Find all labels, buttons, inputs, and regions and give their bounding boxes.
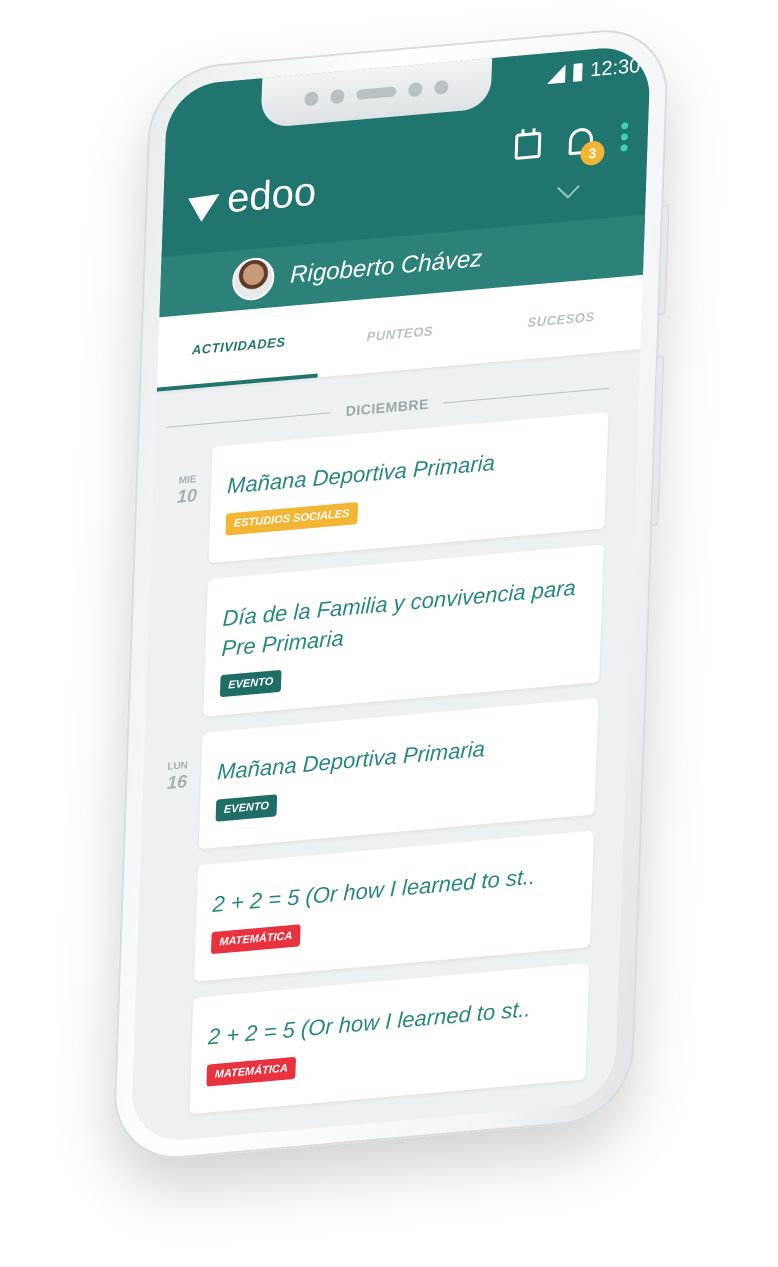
list-item: MIE 10 Mañana Deportiva Primaria ESTUDIO… — [161, 411, 609, 567]
activity-title: Día de la Familia y convivencia para Pre… — [221, 574, 577, 661]
app-logo: edoo — [188, 169, 317, 225]
paper-plane-icon — [188, 181, 227, 222]
power-button — [650, 355, 665, 527]
list-item: 2 + 2 = 5 (Or how I learned to st.. MATE… — [141, 963, 590, 1118]
day-spacer — [159, 579, 208, 609]
user-name: Rigoberto Chávez — [289, 244, 483, 289]
chevron-down-icon[interactable] — [557, 175, 580, 199]
app-header: 12:30 3 edoo Rigoberto Chávez — [159, 43, 652, 318]
camera-icon — [304, 91, 319, 107]
sensor-icon — [408, 82, 423, 98]
day-label: LUN 16 — [153, 733, 203, 795]
activity-title: Mañana Deportiva Primaria — [216, 736, 486, 785]
phone-frame: 12:30 3 edoo Rigoberto Chávez ACTIVIDADE… — [111, 24, 670, 1165]
signal-icon — [547, 64, 566, 84]
category-tag: MATEMÁTICA — [206, 1056, 297, 1087]
category-tag: MATEMÁTICA — [210, 924, 301, 955]
status-time: 12:30 — [589, 54, 641, 82]
list-item: Día de la Familia y convivencia para Pre… — [155, 544, 604, 721]
speaker-icon — [356, 86, 397, 100]
sensor-icon — [330, 88, 345, 105]
more-options-icon[interactable] — [620, 122, 629, 152]
day-label: MIE 10 — [163, 447, 213, 509]
avatar — [231, 256, 276, 302]
category-tag: EVENTO — [219, 670, 282, 698]
category-tag: ESTUDIOS SOCIALES — [225, 501, 358, 536]
stage: 12:30 3 edoo Rigoberto Chávez ACTIVIDADE… — [0, 0, 778, 1267]
activity-title: 2 + 2 = 5 (Or how I learned to st.. — [207, 996, 532, 1050]
divider-line — [442, 387, 610, 403]
volume-button — [657, 204, 670, 316]
day-number: 16 — [166, 771, 188, 794]
header-actions: 3 — [514, 122, 629, 166]
divider-line — [165, 411, 332, 428]
app-screen: 12:30 3 edoo Rigoberto Chávez ACTIVIDADE… — [130, 43, 652, 1145]
status-bar: 12:30 — [547, 55, 641, 86]
list-item: LUN 16 Mañana Deportiva Primaria EVENTO — [151, 698, 599, 853]
activity-title: 2 + 2 = 5 (Or how I learned to st.. — [212, 863, 536, 918]
month-label: DICIEMBRE — [345, 395, 430, 420]
day-spacer — [145, 998, 194, 1028]
activity-card[interactable]: Mañana Deportiva Primaria EVENTO — [198, 698, 599, 850]
day-spacer — [149, 866, 198, 896]
activity-card[interactable]: Mañana Deportiva Primaria ESTUDIOS SOCIA… — [208, 411, 609, 564]
activity-title: Mañana Deportiva Primaria — [226, 449, 496, 499]
camera-icon — [434, 79, 449, 96]
activity-list: DICIEMBRE MIE 10 Mañana Deportiva Primar… — [131, 349, 641, 1144]
notifications-button[interactable]: 3 — [568, 126, 605, 166]
battery-icon — [572, 62, 583, 82]
activity-card[interactable]: 2 + 2 = 5 (Or how I learned to st.. MATE… — [194, 830, 594, 983]
calendar-icon[interactable] — [514, 131, 542, 160]
activity-card[interactable]: 2 + 2 = 5 (Or how I learned to st.. MATE… — [189, 963, 590, 1115]
phone-notch — [260, 57, 493, 129]
activity-card[interactable]: Día de la Familia y convivencia para Pre… — [203, 544, 604, 718]
brand-name: edoo — [226, 169, 317, 222]
category-tag: EVENTO — [215, 794, 278, 822]
list-item: 2 + 2 = 5 (Or how I learned to st.. MATE… — [146, 830, 594, 986]
day-number: 10 — [176, 485, 198, 507]
